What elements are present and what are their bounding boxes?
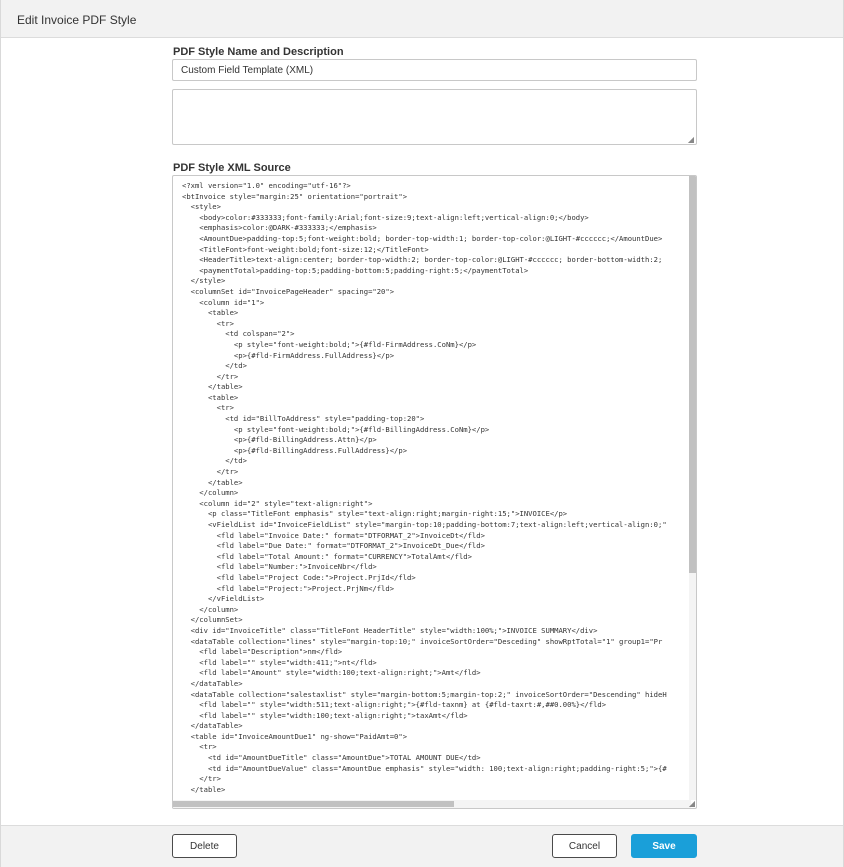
xml-code-line: </td> — [182, 456, 247, 466]
xml-code-line: <fld label="Due Date:" format="DTFORMAT_… — [182, 541, 485, 551]
xml-code-line: <tr> — [182, 318, 234, 328]
xml-code-line: <fld label="" style="width:100;text-alig… — [182, 710, 468, 720]
xml-code-line: <td id="AmountDueTitle" class="AmountDue… — [182, 753, 481, 763]
delete-button[interactable]: Delete — [172, 834, 237, 858]
xml-code-line: <column id="1"> — [182, 297, 265, 307]
xml-code-line: </dataTable> — [182, 721, 243, 731]
xml-code-line: </tr> — [182, 371, 239, 381]
xml-code-line: </table> — [182, 477, 243, 487]
xml-code-line: <body>color:#333333;font-family:Arial;fo… — [182, 212, 589, 222]
dialog-footer: Delete Cancel Save — [1, 825, 843, 867]
xml-code-line: </column> — [182, 488, 239, 498]
style-description-textarea[interactable] — [172, 89, 697, 145]
xml-code-line: <p>{#fld-BillingAddress.FullAddress}</p> — [182, 445, 408, 455]
xml-code-line: <fld label="Project:">Project.PrjNm</fld… — [182, 583, 395, 593]
xml-code-line: </tr> — [182, 774, 221, 784]
xml-code-line: <fld label="Number:">InvoiceNbr</fld> — [182, 562, 377, 572]
vertical-scrollbar-thumb[interactable] — [689, 176, 696, 573]
xml-code-line: <p class="TitleFont emphasis" style="tex… — [182, 509, 568, 519]
xml-code-line: <td colspan="2"> — [182, 329, 295, 339]
edit-pdf-style-dialog: Edit Invoice PDF Style PDF Style Name an… — [0, 0, 844, 867]
xml-code-line: <div id="InvoiceTitle" class="TitleFont … — [182, 625, 598, 635]
save-button[interactable]: Save — [631, 834, 697, 858]
cancel-button[interactable]: Cancel — [552, 834, 617, 858]
xml-code-line: </table> — [182, 784, 226, 794]
xml-code-line: <p style="font-weight:bold;">{#fld-FirmA… — [182, 339, 477, 349]
xml-code-line: <fld label="Description">nm</fld> — [182, 647, 343, 657]
xml-code-line: <fld label="Total Amount:" format="CURRE… — [182, 551, 472, 561]
xml-code-line: <td id="AmountDueValue" class="AmountDue… — [182, 763, 667, 773]
xml-code-line: <p>{#fld-FirmAddress.FullAddress}</p> — [182, 350, 395, 360]
xml-code-line: <fld label="Invoice Date:" format="DTFOR… — [182, 530, 485, 540]
textarea-resize-icon[interactable]: ◢ — [687, 136, 695, 144]
xml-code-line: </vFieldList> — [182, 594, 265, 604]
xml-source-editor[interactable]: <?xml version="1.0" encoding="utf-16"?> <… — [172, 175, 697, 809]
xml-code-line: <tr> — [182, 742, 217, 752]
style-name-input[interactable] — [172, 59, 697, 81]
xml-code-line: <emphasis>color:@DARK-#333333;</emphasis… — [182, 223, 377, 233]
xml-code-area[interactable]: <?xml version="1.0" encoding="utf-16"?> <… — [182, 181, 690, 799]
xml-code-line: <dataTable collection="lines" style="mar… — [182, 636, 663, 646]
xml-code-line: <paymentTotal>padding-top:5;padding-bott… — [182, 265, 529, 275]
xml-code-line: </columnSet> — [182, 615, 243, 625]
xml-code-line: <HeaderTitle>text-align:center; border-t… — [182, 255, 663, 265]
xml-section-label: PDF Style XML Source — [173, 162, 291, 174]
xml-code-line: <fld label="" style="width:511;text-alig… — [182, 700, 607, 710]
xml-code-line: <column id="2" style="text-align:right"> — [182, 498, 373, 508]
xml-code-line: </td> — [182, 361, 247, 371]
xml-code-line: </style> — [182, 276, 226, 286]
xml-code-line: </column> — [182, 604, 239, 614]
xml-code-line: <table> — [182, 308, 239, 318]
xml-code-line: <vFieldList id="InvoiceFieldList" style=… — [182, 520, 667, 529]
xml-code-line: <tr> — [182, 403, 234, 413]
xml-code-line: <style> — [182, 202, 221, 212]
horizontal-scrollbar[interactable] — [173, 800, 691, 808]
xml-code-line: <?xml version="1.0" encoding="utf-16"?> — [182, 181, 351, 190]
xml-code-line: <TitleFont>font-weight:bold;font-size:12… — [182, 244, 429, 254]
xml-code-line: <table> — [182, 392, 239, 402]
xml-code-line: </tr> — [182, 467, 239, 477]
xml-code-line: <btInvoice style="margin:25" orientation… — [182, 191, 408, 201]
xml-code-line: </dataTable> — [182, 678, 243, 688]
xml-code-line: <fld label="" style="width:411;">nt</fld… — [182, 657, 377, 667]
xml-code-line: <p>{#fld-BillingAddress.Attn}</p> — [182, 435, 377, 445]
xml-code-line: <fld label="Project Code:">Project.PrjId… — [182, 572, 416, 582]
xml-code-line: <dataTable collection="salestaxlist" sty… — [182, 689, 667, 699]
dialog-title: Edit Invoice PDF Style — [17, 13, 137, 27]
xml-code-line: <AmountDue>padding-top:5;font-weight:bol… — [182, 233, 663, 243]
vertical-scrollbar[interactable] — [689, 176, 696, 800]
xml-code-line: </table> — [182, 382, 243, 392]
xml-code-line: <table id="InvoiceAmountDue1" ng-show="P… — [182, 731, 408, 741]
xml-code-line: <td id="BillToAddress" style="padding-to… — [182, 414, 425, 424]
xml-code-line: <fld label="Amount" style="width:100;tex… — [182, 668, 481, 678]
name-section-label: PDF Style Name and Description — [173, 46, 344, 58]
xml-code-line: <columnSet id="InvoicePageHeader" spacin… — [182, 286, 395, 296]
horizontal-scrollbar-thumb[interactable] — [173, 801, 454, 807]
xml-code-line: <p style="font-weight:bold;">{#fld-Billi… — [182, 424, 490, 434]
editor-resize-icon[interactable]: ◢ — [688, 800, 696, 808]
dialog-header: Edit Invoice PDF Style — [1, 0, 843, 38]
